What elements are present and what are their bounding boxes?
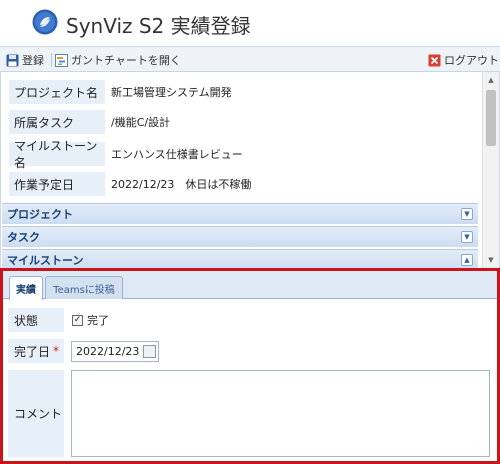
register-button[interactable]: 登録: [6, 51, 44, 69]
completion-date-input[interactable]: 2022/12/23: [71, 340, 159, 362]
app-title: SynViz S2 実績登録: [66, 14, 251, 38]
completed-checkbox[interactable]: ✓: [72, 314, 83, 326]
scroll-up-icon[interactable]: ▲: [483, 73, 499, 87]
calendar-icon[interactable]: [143, 344, 156, 358]
scrollbar-thumb[interactable]: [486, 90, 496, 146]
toolbar: 登録 ガントチャートを開く ログアウト: [0, 46, 500, 72]
section-label: マイルストーン: [7, 254, 84, 267]
scroll-down-icon[interactable]: ▼: [483, 253, 499, 267]
field-value: 2022/12/23 休日は不稼働: [111, 178, 252, 191]
required-mark: *: [53, 344, 60, 358]
section-project[interactable]: プロジェクト ▼: [2, 203, 478, 224]
record-details-panel: プロジェクト名 新工場管理システム開発 所属タスク /機能C/設計 マイルストー…: [0, 72, 500, 268]
toolbar-divider: [51, 53, 52, 67]
chevron-down-icon[interactable]: ▼: [461, 231, 473, 243]
field-label: プロジェクト名: [9, 80, 105, 104]
gantt-chart-icon: [55, 53, 68, 67]
field-value: /機能C/設計: [111, 116, 171, 129]
register-label: 登録: [22, 54, 44, 67]
tab-strip: 実績 Teamsに投稿: [3, 271, 497, 300]
status-label: 状態: [8, 308, 64, 332]
open-gantt-button[interactable]: ガントチャートを開く: [55, 51, 181, 69]
save-icon: [6, 54, 19, 66]
logout-button[interactable]: ログアウト: [428, 51, 499, 69]
comment-textarea[interactable]: [71, 370, 490, 457]
actual-entry-panel: 実績 Teamsに投稿 状態 ✓ 完了 完了日 * 2022/12/23 コメン…: [0, 268, 500, 464]
chevron-down-icon[interactable]: ▼: [461, 208, 473, 220]
logout-icon: [428, 54, 441, 66]
tab-actual[interactable]: 実績: [9, 276, 43, 300]
completion-date-label: 完了日 *: [8, 339, 64, 363]
logout-label: ログアウト: [444, 54, 499, 67]
field-value: 新工場管理システム開発: [111, 86, 232, 99]
field-row-milestone: マイルストーン名 エンハンス仕様書レビュー: [9, 139, 243, 170]
field-label: マイルストーン名: [9, 139, 105, 170]
open-gantt-label: ガントチャートを開く: [71, 54, 181, 67]
chevron-up-icon[interactable]: ▲: [461, 254, 473, 266]
completion-date-value: 2022/12/23: [76, 344, 140, 358]
comment-label: コメント: [8, 370, 64, 457]
field-value: エンハンス仕様書レビュー: [111, 148, 243, 161]
section-milestone[interactable]: マイルストーン ▲: [2, 249, 478, 268]
field-row-scheduled-date: 作業予定日 2022/12/23 休日は不稼働: [9, 172, 251, 196]
completed-checkbox-label: 完了: [87, 314, 109, 327]
field-label: 作業予定日: [9, 172, 105, 196]
section-label: プロジェクト: [7, 208, 73, 221]
status-row: 状態 ✓ 完了: [8, 308, 109, 332]
field-row-task: 所属タスク /機能C/設計: [9, 110, 170, 134]
field-label: 所属タスク: [9, 110, 105, 134]
title-bar: SynViz S2 実績登録: [0, 0, 500, 46]
vertical-scrollbar[interactable]: ▲ ▼: [482, 72, 499, 268]
section-label: タスク: [7, 231, 40, 244]
completion-date-row: 完了日 * 2022/12/23: [8, 339, 159, 363]
section-task[interactable]: タスク ▼: [2, 226, 478, 247]
completion-date-label-text: 完了日: [14, 344, 51, 359]
field-row-project: プロジェクト名 新工場管理システム開発: [9, 80, 232, 104]
tab-teams-post[interactable]: Teamsに投稿: [45, 276, 123, 299]
synviz-logo-icon: [32, 9, 58, 35]
